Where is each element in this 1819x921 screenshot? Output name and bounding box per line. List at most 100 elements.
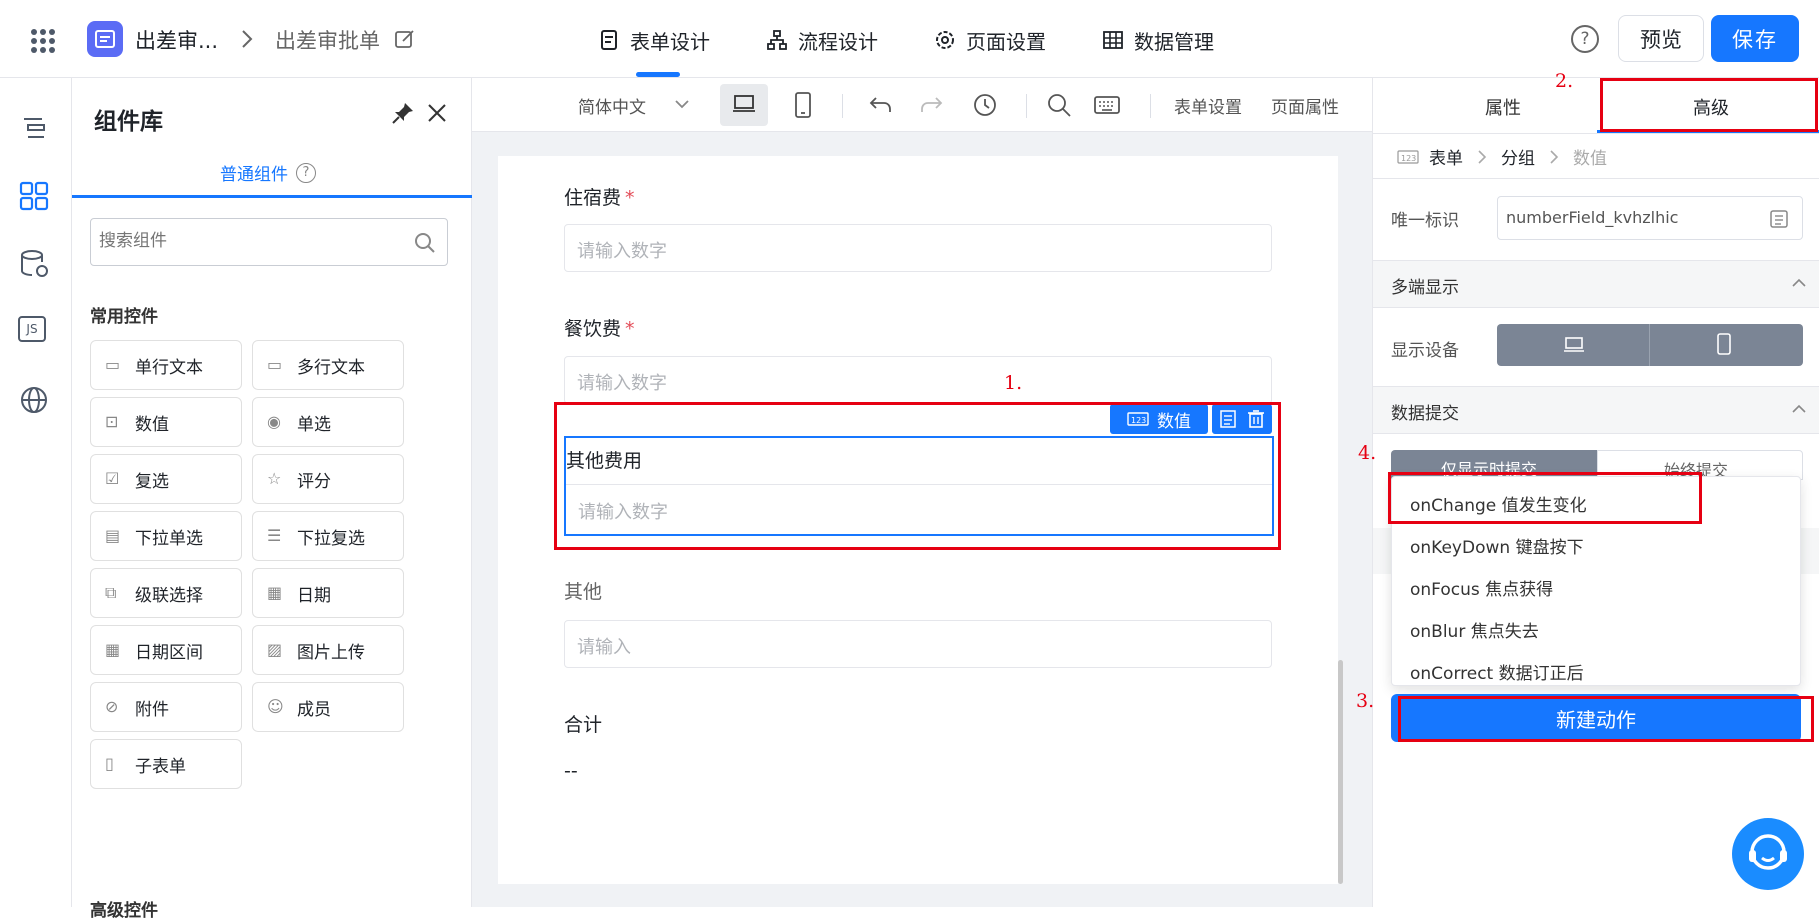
question-icon: ?	[296, 162, 316, 183]
component-label: 评分	[297, 471, 331, 492]
help-icon[interactable]: ?	[1571, 25, 1599, 53]
component-item[interactable]: ▯ 子表单	[90, 739, 242, 789]
device-toggle	[1497, 324, 1803, 366]
help-icon-glyph: ?	[1580, 29, 1590, 49]
component-item[interactable]: ▭ 多行文本	[252, 340, 404, 390]
datasource-icon[interactable]	[18, 248, 50, 280]
language-select[interactable]: 简体中文	[578, 93, 646, 118]
tab-common-components-label: 普通组件	[220, 165, 288, 185]
breadcrumb-item[interactable]: 分组	[1501, 144, 1535, 169]
event-option-oncorrect[interactable]: onCorrect 数据订正后	[1410, 659, 1584, 684]
keyboard-icon[interactable]	[1094, 95, 1120, 115]
unique-id-field[interactable]: numberField_kvhzlhic	[1497, 196, 1803, 240]
tab-form-design[interactable]: 表单设计	[598, 22, 710, 58]
canvas-scrollbar[interactable]	[1338, 660, 1343, 884]
chevron-up-icon	[1792, 278, 1806, 287]
component-label: 多行文本	[297, 357, 365, 378]
component-item[interactable]: ▤ 下拉单选	[90, 511, 242, 561]
other-input[interactable]: 请输入	[564, 620, 1272, 668]
tab-attributes[interactable]: 属性	[1485, 94, 1521, 120]
component-item[interactable]: ☆ 评分	[252, 454, 404, 504]
library-title: 组件库	[94, 109, 163, 135]
display-device-label: 显示设备	[1391, 341, 1459, 361]
divider	[1373, 178, 1819, 179]
page-properties-button[interactable]: 页面属性	[1271, 93, 1339, 118]
section-common-controls: 常用控件	[90, 307, 158, 327]
flow-icon	[767, 30, 787, 50]
pin-icon[interactable]	[390, 100, 416, 126]
toolbar-divider	[842, 94, 843, 118]
tab-data-management[interactable]: 数据管理	[1102, 22, 1214, 58]
js-icon[interactable]: JS	[18, 316, 46, 342]
component-label: 单行文本	[135, 357, 203, 378]
apps-grid-icon[interactable]	[30, 28, 56, 54]
component-label: 图片上传	[297, 642, 365, 663]
copy-icon[interactable]	[1768, 208, 1790, 230]
tab-common-components[interactable]: 普通组件 ?	[220, 160, 316, 185]
component-item[interactable]: ▦ 日期	[252, 568, 404, 618]
event-option-onkeydown[interactable]: onKeyDown 键盘按下	[1410, 533, 1584, 558]
cascade-icon: ⧉	[105, 583, 117, 602]
chevron-right-icon	[1550, 149, 1559, 164]
component-item[interactable]: ⊘ 附件	[90, 682, 242, 732]
field-label-other: 其他	[564, 581, 603, 603]
active-tab-indicator	[636, 72, 680, 77]
component-item[interactable]: ▨ 图片上传	[252, 625, 404, 675]
tab-page-settings[interactable]: 页面设置	[934, 22, 1046, 58]
event-option-onblur[interactable]: onBlur 焦点失去	[1410, 617, 1539, 642]
field-label-lodging: 住宿费 *	[564, 183, 635, 210]
mobile-icon[interactable]	[1717, 333, 1731, 355]
breadcrumb-item[interactable]: 表单	[1429, 144, 1463, 169]
component-item[interactable]: ☺ 成员	[252, 682, 404, 732]
search-icon[interactable]	[1046, 92, 1072, 118]
number-icon: 123	[1397, 149, 1419, 164]
props-breadcrumb: 123 表单 分组 数值	[1397, 144, 1607, 169]
component-item[interactable]: ◉ 单选	[252, 397, 404, 447]
tab-flow-design[interactable]: 流程设计	[766, 22, 878, 58]
meals-input[interactable]: 请输入数字	[564, 356, 1272, 404]
lodging-input[interactable]: 请输入数字	[564, 224, 1272, 272]
section-data-submit[interactable]: 数据提交	[1373, 386, 1819, 434]
divider	[1649, 324, 1650, 366]
search-icon[interactable]	[413, 231, 437, 255]
headset-icon	[1749, 834, 1787, 870]
chevron-up-icon	[1792, 404, 1806, 413]
save-button[interactable]: 保存	[1711, 15, 1799, 62]
edit-icon[interactable]	[394, 28, 416, 50]
component-item[interactable]: ⊡ 数值	[90, 397, 242, 447]
mobile-view-icon[interactable]	[794, 92, 812, 118]
close-icon[interactable]	[426, 102, 448, 124]
component-item[interactable]: ▭ 单行文本	[90, 340, 242, 390]
input-placeholder: 请输入数字	[577, 241, 667, 262]
laptop-icon[interactable]	[1563, 336, 1585, 354]
component-item[interactable]: ⧉ 级联选择	[90, 568, 242, 618]
preview-button[interactable]: 预览	[1618, 15, 1704, 62]
redo-icon[interactable]	[918, 94, 944, 116]
multi-line-icon: ▭	[267, 355, 283, 374]
breadcrumb-item: 数值	[1573, 149, 1607, 169]
component-search[interactable]	[90, 218, 448, 266]
app-title[interactable]: 出差审...	[135, 25, 218, 55]
desktop-view-button[interactable]	[720, 84, 768, 126]
component-item[interactable]: ☑ 复选	[90, 454, 242, 504]
form-settings-button[interactable]: 表单设置	[1174, 93, 1242, 118]
outline-icon[interactable]	[18, 112, 50, 144]
toolbar-divider	[1026, 94, 1027, 118]
search-input[interactable]	[99, 231, 399, 251]
component-item[interactable]: ▦ 日期区间	[90, 625, 242, 675]
history-icon[interactable]	[972, 92, 998, 118]
section-multi-device[interactable]: 多端显示	[1373, 260, 1819, 308]
unique-id-value: numberField_kvhzlhic	[1506, 208, 1679, 227]
chevron-down-icon[interactable]	[674, 98, 690, 110]
undo-icon[interactable]	[868, 94, 894, 116]
components-icon[interactable]	[18, 180, 50, 212]
radio-icon: ◉	[267, 412, 281, 431]
image-upload-icon: ▨	[267, 640, 283, 659]
globe-icon[interactable]	[18, 384, 50, 416]
multi-select-icon: ☰	[267, 526, 282, 545]
component-label: 级联选择	[135, 585, 203, 606]
calendar-icon: ▦	[267, 583, 283, 602]
event-option-onfocus[interactable]: onFocus 焦点获得	[1410, 575, 1553, 600]
component-item[interactable]: ☰ 下拉复选	[252, 511, 404, 561]
customer-service-button[interactable]	[1732, 818, 1804, 890]
